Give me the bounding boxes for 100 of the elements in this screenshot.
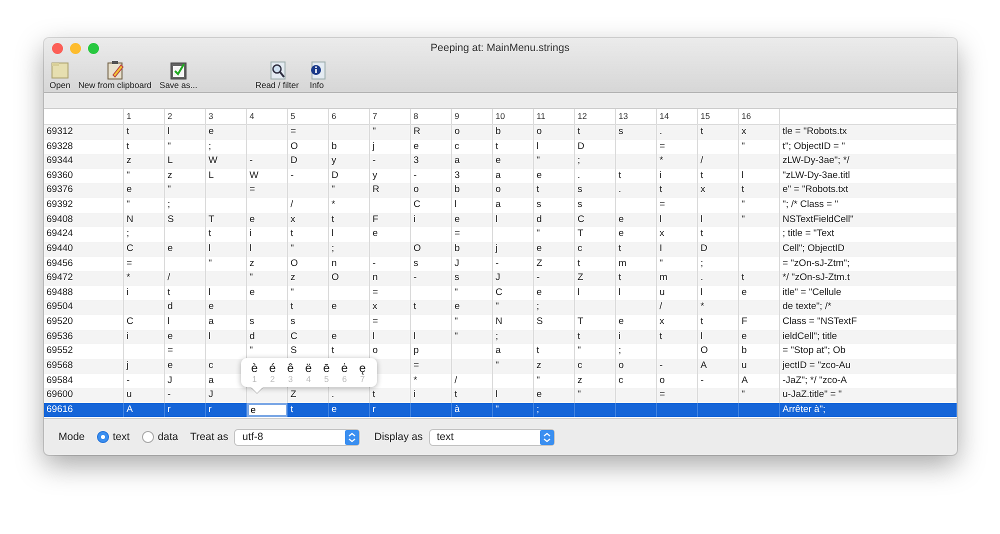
column-header[interactable]: 11: [534, 108, 574, 124]
minimize-button[interactable]: [70, 43, 80, 54]
text-preview-cell: ieldCell"; title: [780, 330, 956, 344]
offset-cell: 69312: [44, 124, 124, 140]
table-cell: =: [410, 358, 452, 374]
table-cell: O: [410, 242, 452, 257]
table-cell: ;: [328, 242, 370, 257]
table-cell: -: [370, 154, 410, 169]
table-cell: *: [124, 271, 164, 286]
table-cell: ": [246, 271, 288, 286]
text-preview-cell: e" = "Robots.txt: [780, 183, 956, 198]
table-cell: x: [288, 212, 328, 228]
table-cell: e: [246, 212, 288, 228]
column-header[interactable]: 2: [164, 108, 206, 124]
table-cell: t: [616, 271, 656, 286]
table-cell: *: [698, 300, 738, 316]
table-cell: l: [698, 212, 738, 228]
column-header[interactable]: 6: [328, 108, 370, 124]
table-cell: C: [124, 242, 164, 257]
toolbar-button[interactable]: Save as...: [158, 60, 200, 92]
treat-as-label: Treat as: [190, 431, 228, 444]
table-row[interactable]: 69408 N S T e x t F i e l d C e l l " NSTextFieldCell": [44, 212, 956, 228]
table-cell: j: [492, 242, 534, 257]
table-row[interactable]: 69472 * / " z O n - s J - Z t m . t */ "zOn-sJ-Ztm.t: [44, 271, 956, 286]
table-cell: x: [370, 300, 410, 316]
table-row[interactable]: 69600 u - J Z . t i t l e " = " u-JaZ.title" = ": [44, 388, 956, 403]
toolbar-button[interactable]: Read / filter: [253, 60, 301, 92]
table-cell: z: [124, 154, 164, 169]
table-cell: e: [164, 330, 206, 344]
table-row[interactable]: 69376 e " = " R o b o t s . t x t e" = "Robots.txt: [44, 183, 956, 198]
close-button[interactable]: [52, 43, 62, 54]
accent-option[interactable]: è: [246, 362, 264, 374]
column-header[interactable]: 1: [124, 108, 164, 124]
accent-option[interactable]: ē: [318, 362, 336, 374]
accent-option[interactable]: ê: [282, 362, 300, 374]
table-cell: r: [370, 402, 410, 418]
table-row[interactable]: 69312 t l e = " R o b o t s . t x tle = "Robots.tx: [44, 124, 956, 140]
column-header[interactable]: 15: [698, 108, 738, 124]
table-cell: .: [616, 183, 656, 198]
column-header[interactable]: 8: [410, 108, 452, 124]
shortcut-number: 5: [323, 374, 330, 384]
toolbar-button[interactable]: New from clipboard: [76, 60, 154, 92]
accent-option[interactable]: é: [264, 362, 282, 374]
column-header[interactable]: 5: [288, 108, 328, 124]
table-cell: z: [534, 358, 574, 374]
zoom-button[interactable]: [88, 43, 98, 54]
table-row[interactable]: 69504 d e t e x t e " ; / * de texte"; /*: [44, 300, 956, 316]
table-cell: /: [656, 300, 698, 316]
dropdown[interactable]: utf-8: [234, 428, 360, 446]
display-as-label: Display as: [374, 431, 423, 444]
mode-radio[interactable]: data: [142, 431, 178, 444]
column-header[interactable]: 4: [246, 108, 288, 124]
column-header[interactable]: 3: [206, 108, 246, 124]
table-cell: c: [574, 242, 616, 257]
dropdown[interactable]: text: [428, 428, 555, 446]
accent-option[interactable]: ę: [354, 362, 372, 374]
toolbar-button[interactable]: Open: [48, 60, 72, 92]
column-header[interactable]: 9: [452, 108, 492, 124]
column-header[interactable]: 12: [574, 108, 616, 124]
table-cell: D: [288, 154, 328, 169]
table-row[interactable]: 69440 C e l l " ; O b j e c t I D Cell"; ObjectID: [44, 242, 956, 257]
text-preview-cell: zLW-Dy-3ae"; */: [780, 154, 956, 169]
table-row[interactable]: 69536 i e l d C e l l " ; t i t l e ieldCell"; title: [44, 330, 956, 344]
column-header[interactable]: 13: [616, 108, 656, 124]
table-row[interactable]: 69344 z L W - D y - 3 a e " ; * / zLW-Dy-3ae"; */: [44, 154, 956, 169]
offset-cell: 69376: [44, 183, 124, 198]
table-cell: b: [452, 242, 492, 257]
table-cell: r: [164, 402, 206, 418]
table-cell: e: [124, 183, 164, 198]
table-cell: *: [656, 154, 698, 169]
cell-edit-field[interactable]: e: [246, 402, 286, 418]
table-cell: J: [492, 271, 534, 286]
column-header[interactable]: 10: [492, 108, 534, 124]
column-header[interactable]: 14: [656, 108, 698, 124]
column-header[interactable]: 16: [738, 108, 780, 124]
table-cell: ;: [534, 300, 574, 316]
mode-radio[interactable]: text: [96, 431, 130, 444]
accent-option[interactable]: ė: [336, 362, 354, 374]
offset-cell: 69472: [44, 271, 124, 286]
table-cell: .: [656, 124, 698, 140]
table-cell: D: [698, 242, 738, 257]
table-cell: b: [492, 124, 534, 140]
table-cell: ;: [574, 154, 616, 169]
table-cell: e: [206, 124, 246, 140]
table-cell: o: [534, 124, 574, 140]
accent-option[interactable]: ë: [300, 362, 318, 374]
column-header[interactable]: 7: [370, 108, 410, 124]
toolbar-button[interactable]: Info: [304, 60, 329, 92]
table-cell: s: [452, 271, 492, 286]
table-cell: =: [246, 183, 288, 198]
table-row[interactable]: 69616 A r r e t e r à " ; Arrêter à";: [44, 402, 956, 418]
table-cell: F: [370, 212, 410, 228]
window-title: Peeping at: MainMenu.strings: [430, 42, 570, 54]
table-cell: ;: [492, 330, 534, 344]
table-cell: e: [164, 358, 206, 374]
shortcut-number: 1: [251, 374, 258, 384]
text-preview-cell: jectID = "zco-Au: [780, 358, 956, 374]
table-cell: l: [206, 242, 246, 257]
folder-icon: [50, 60, 70, 80]
table-cell: t: [410, 300, 452, 316]
